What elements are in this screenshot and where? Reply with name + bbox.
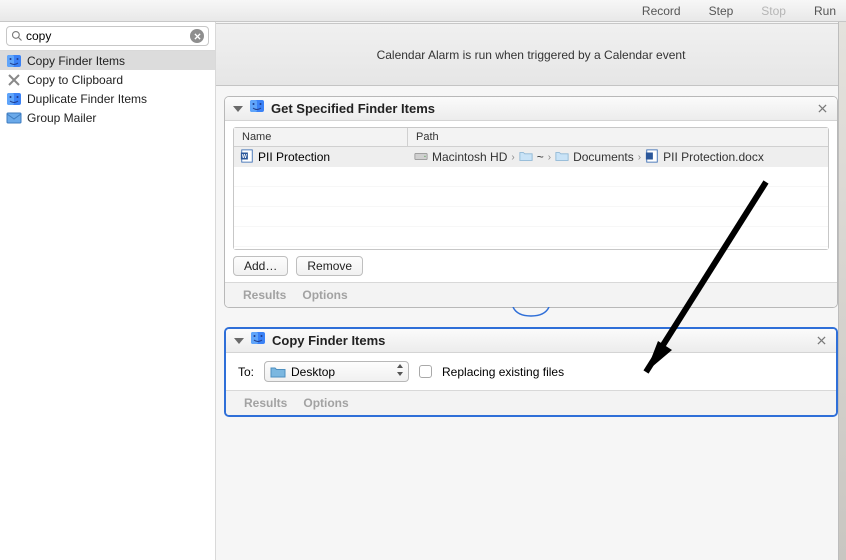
action-item-group-mailer[interactable]: Group Mailer bbox=[0, 108, 215, 127]
clear-search-button[interactable] bbox=[190, 29, 204, 43]
search-input[interactable] bbox=[26, 29, 190, 43]
search-icon bbox=[11, 30, 23, 42]
svg-text:W: W bbox=[242, 154, 247, 160]
action-item-copy-finder-items[interactable]: Copy Finder Items bbox=[0, 51, 215, 70]
action-label: Copy Finder Items bbox=[27, 54, 125, 68]
destination-value: Desktop bbox=[291, 365, 396, 379]
stop-button: Stop bbox=[761, 4, 786, 18]
remove-button[interactable]: Remove bbox=[296, 256, 363, 276]
action-label: Duplicate Finder Items bbox=[27, 92, 147, 106]
clipboard-icon bbox=[6, 72, 22, 88]
action-item-copy-to-clipboard[interactable]: Copy to Clipboard bbox=[0, 70, 215, 89]
finder-icon bbox=[6, 91, 22, 107]
run-button[interactable]: Run bbox=[814, 4, 836, 18]
record-button[interactable]: Record bbox=[642, 4, 681, 18]
finder-icon bbox=[249, 98, 265, 119]
finder-icon bbox=[6, 53, 22, 69]
action-label: Copy to Clipboard bbox=[27, 73, 123, 87]
destination-popup[interactable]: Desktop bbox=[264, 361, 409, 382]
workflow-info-bar: Calendar Alarm is run when triggered by … bbox=[216, 24, 846, 86]
toolbar: Record Step Stop Run bbox=[0, 0, 846, 22]
options-tab[interactable]: Options bbox=[302, 288, 347, 302]
stepper-arrows-icon bbox=[396, 363, 404, 380]
connector bbox=[511, 307, 551, 319]
action-block-get-specified-finder-items: Get Specified Finder Items Name Path W P… bbox=[224, 96, 838, 308]
action-label: Group Mailer bbox=[27, 111, 96, 125]
close-icon bbox=[818, 104, 827, 113]
to-label: To: bbox=[238, 365, 254, 379]
workflow-canvas: Calendar Alarm is run when triggered by … bbox=[216, 22, 846, 560]
action-block-copy-finder-items: Copy Finder Items To: Desktop Repl bbox=[224, 327, 838, 417]
results-tab[interactable]: Results bbox=[243, 288, 286, 302]
close-icon bbox=[817, 336, 826, 345]
finder-icon bbox=[250, 330, 266, 351]
disclosure-triangle-icon[interactable] bbox=[233, 106, 243, 112]
disk-icon bbox=[414, 149, 428, 166]
block-title: Get Specified Finder Items bbox=[271, 101, 435, 116]
action-item-duplicate-finder-items[interactable]: Duplicate Finder Items bbox=[0, 89, 215, 108]
file-path: Macintosh HD› ~› Documents› PII Protecti… bbox=[408, 149, 828, 166]
replace-label: Replacing existing files bbox=[442, 365, 564, 379]
file-name: PII Protection bbox=[258, 150, 330, 164]
options-tab[interactable]: Options bbox=[303, 396, 348, 410]
block-close-button[interactable] bbox=[815, 101, 829, 115]
folder-icon bbox=[555, 149, 569, 166]
word-doc-icon bbox=[645, 149, 659, 166]
table-row[interactable]: W PII Protection Macintosh HD› ~› Docume… bbox=[234, 147, 828, 167]
add-button[interactable]: Add… bbox=[233, 256, 288, 276]
table-empty-area bbox=[234, 167, 828, 249]
items-table: Name Path W PII Protection Macintosh HD› bbox=[233, 127, 829, 250]
col-path[interactable]: Path bbox=[408, 128, 828, 146]
folder-icon bbox=[270, 366, 286, 378]
actions-list: Copy Finder Items Copy to Clipboard Dupl… bbox=[0, 51, 215, 127]
mail-icon bbox=[6, 110, 22, 126]
close-icon bbox=[194, 33, 201, 40]
disclosure-triangle-icon[interactable] bbox=[234, 338, 244, 344]
replace-checkbox[interactable] bbox=[419, 365, 432, 378]
actions-sidebar: Copy Finder Items Copy to Clipboard Dupl… bbox=[0, 22, 216, 560]
desktop-background-strip bbox=[838, 22, 846, 560]
folder-icon bbox=[519, 149, 533, 166]
step-button[interactable]: Step bbox=[709, 4, 734, 18]
block-close-button[interactable] bbox=[814, 333, 828, 347]
results-tab[interactable]: Results bbox=[244, 396, 287, 410]
search-field[interactable] bbox=[6, 26, 209, 46]
col-name[interactable]: Name bbox=[234, 128, 408, 146]
block-title: Copy Finder Items bbox=[272, 333, 385, 348]
word-doc-icon: W bbox=[240, 149, 254, 166]
